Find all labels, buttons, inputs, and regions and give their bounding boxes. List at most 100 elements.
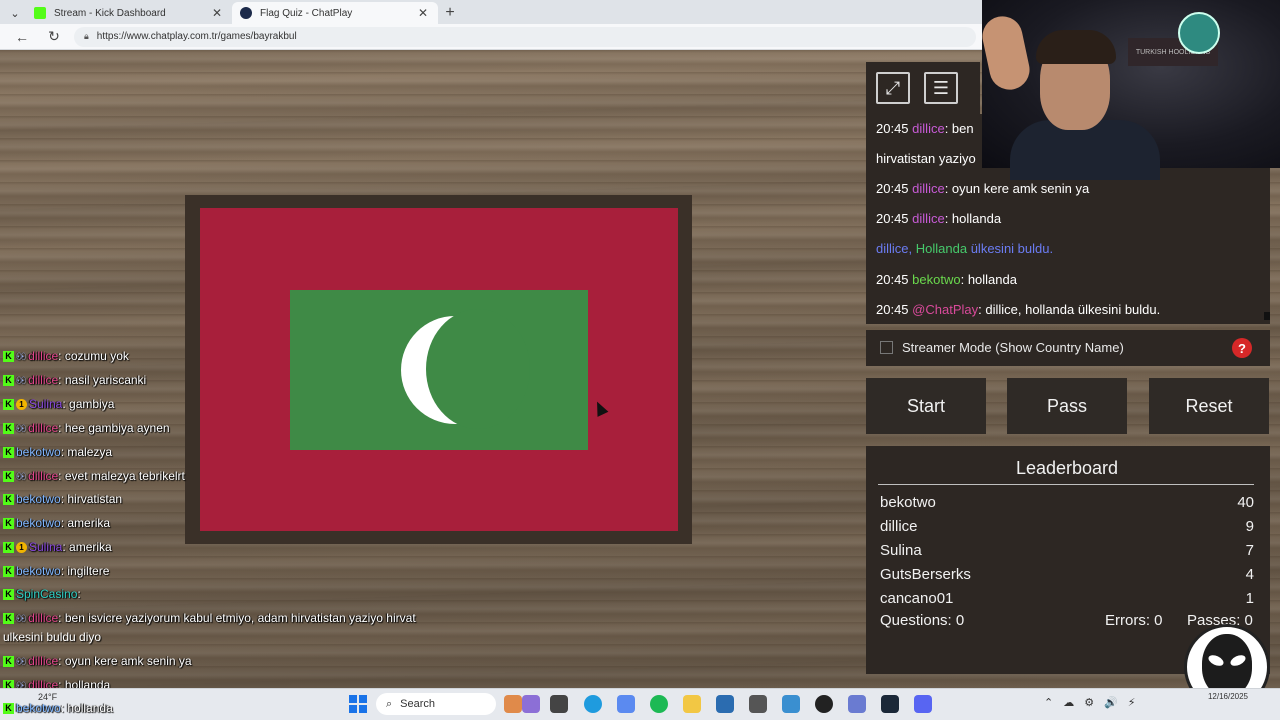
emote-icon: 👀︎ <box>16 375 27 385</box>
emote-icon: 👀︎ <box>16 613 27 623</box>
overlay-chat-line: Kbekotwo: hirvatistan <box>3 492 122 506</box>
widgets-icon[interactable] <box>504 695 522 713</box>
chat-scrollbar[interactable] <box>1264 312 1270 320</box>
player-score: 4 <box>1245 566 1254 583</box>
tab-kick-dashboard[interactable]: Stream - Kick Dashboard ✕ <box>26 2 232 24</box>
overlay-chat-line: K 👀︎ dillice: hee gambiya aynen <box>3 421 170 435</box>
address-bar[interactable]: 🔒︎ https://www.chatplay.com.tr/games/bay… <box>74 26 976 47</box>
chat-system-line: dillice, Hollanda ülkesini buldu. <box>876 241 1054 256</box>
leaderboard-row: GutsBerserks 4 <box>880 566 1254 583</box>
site-info-icon[interactable]: 🔒︎ <box>84 31 89 42</box>
app-icon[interactable] <box>848 695 866 713</box>
leaderboard-row: Sulina 7 <box>880 542 1254 559</box>
player-score: 7 <box>1245 542 1254 559</box>
back-arrow-icon[interactable]: ← <box>10 26 34 48</box>
emote-icon: 👀︎ <box>16 656 27 666</box>
search-label: Search <box>400 698 436 710</box>
search-icon: ⌕ <box>386 697 393 710</box>
overlay-chat-line: K 👀︎ dillice: nasil yariscanki <box>3 373 146 387</box>
player-name: cancano01 <box>880 590 954 607</box>
chat-log-icon[interactable]: ☰ <box>924 72 958 104</box>
kick-badge-icon: K <box>3 517 14 529</box>
sub-badge-icon: 1 <box>16 541 27 553</box>
chat-line: 20:45 bekotwo: hollanda <box>876 272 1017 287</box>
steam-icon[interactable] <box>881 695 899 713</box>
player-name: GutsBerserks <box>880 566 971 583</box>
channel-logo-icon <box>1178 12 1220 54</box>
taskbar-search[interactable]: ⌕ Search <box>376 693 496 715</box>
tab-flag-quiz[interactable]: Flag Quiz - ChatPlay ✕ <box>232 2 438 24</box>
reset-button[interactable]: Reset <box>1149 378 1269 434</box>
leaderboard-divider <box>878 484 1254 485</box>
kick-badge-icon: K <box>3 446 14 458</box>
emote-icon: 👀︎ <box>16 423 27 433</box>
flag-crescent-cut <box>426 309 530 429</box>
task-view-icon[interactable] <box>550 695 568 713</box>
copilot-app-icon[interactable] <box>617 695 635 713</box>
kick-badge-icon: K <box>3 493 14 505</box>
streamer-mode-checkbox[interactable] <box>880 341 893 354</box>
spotify-icon[interactable] <box>650 695 668 713</box>
overlay-chat-wrap: ulkesini buldu diyo <box>3 630 102 644</box>
overlay-chat-line: K 1 Sulina: gambiya <box>3 397 114 411</box>
file-explorer-icon[interactable] <box>683 695 701 713</box>
kick-badge-icon: K <box>3 541 14 553</box>
copilot-icon[interactable] <box>522 695 540 713</box>
obs-icon[interactable] <box>815 695 833 713</box>
store-icon[interactable] <box>716 695 734 713</box>
system-tray-icons[interactable]: ⌃☁⚙🔊⚡ <box>1044 696 1146 709</box>
player-name: Sulina <box>880 542 922 559</box>
overlay-chat-line: K 👀︎ dillice: ben isvicre yaziyorum kabul … <box>3 611 416 625</box>
emote-icon: 👀︎ <box>16 471 27 481</box>
leaderboard-title: Leaderboard <box>1015 458 1119 478</box>
errors-count: Errors: 0 <box>1105 612 1163 629</box>
overlay-chat-line: K 👀︎ dillice: evet malezya tebrikelrt <box>3 469 185 483</box>
new-tab-plus-icon[interactable]: + <box>438 2 462 24</box>
leaderboard-row: bekotwo 40 <box>880 494 1254 511</box>
start-button[interactable]: Start <box>866 378 986 434</box>
sub-badge-icon: 1 <box>16 398 27 410</box>
edge-browser-icon[interactable] <box>584 695 602 713</box>
alien-head-icon <box>1202 634 1252 696</box>
discord-icon[interactable] <box>914 695 932 713</box>
player-name: bekotwo <box>880 494 936 511</box>
navigation-bar: ← ↻ 🔒︎ https://www.chatplay.com.tr/games… <box>0 24 982 50</box>
overlay-chat-line: Kbekotwo: hollanda <box>3 701 113 715</box>
taskbar-clock[interactable]: 12/16/2025 <box>1196 692 1248 702</box>
tab-close-icon[interactable]: ✕ <box>210 6 224 20</box>
player-score: 1 <box>1245 590 1254 607</box>
chatplay-favicon-icon <box>240 7 252 19</box>
fullscreen-icon[interactable]: ⤢ <box>876 72 910 104</box>
tab-close-icon[interactable]: ✕ <box>416 6 430 20</box>
kick-favicon-icon <box>34 7 46 19</box>
date-text: 12/16/2025 <box>1207 692 1248 701</box>
emote-icon: 👀︎ <box>16 351 27 361</box>
overlay-chat-line: K 👀︎ dillice: oyun kere amk senin ya <box>3 654 192 668</box>
kick-badge-icon: K <box>3 398 14 410</box>
kick-badge-icon: K <box>3 702 14 714</box>
streamer-hair <box>1036 30 1116 64</box>
app-icon[interactable] <box>782 695 800 713</box>
help-button[interactable]: ? <box>1232 338 1252 358</box>
tab-title: Flag Quiz - ChatPlay <box>260 7 353 19</box>
overlay-chat-line: Kbekotwo: ingiltere <box>3 564 109 578</box>
windows-start-icon[interactable] <box>349 695 367 713</box>
tab-bar: ⌄ Stream - Kick Dashboard ✕ Flag Quiz - … <box>0 0 982 24</box>
app-icon[interactable] <box>749 695 767 713</box>
kick-badge-icon: K <box>3 374 14 386</box>
weather-widget[interactable]: 24°F <box>38 692 57 702</box>
reload-icon[interactable]: ↻ <box>42 26 66 48</box>
kick-badge-icon: K <box>3 612 14 624</box>
kick-badge-icon: K <box>3 422 14 434</box>
tab-list-chevron-icon[interactable]: ⌄ <box>4 2 26 24</box>
kick-badge-icon: K <box>3 588 14 600</box>
chat-line: 20:45 @ChatPlay: dillice, hollanda ülkes… <box>876 302 1161 317</box>
pass-button[interactable]: Pass <box>1007 378 1127 434</box>
overlay-chat-line: Kbekotwo: amerika <box>3 516 110 530</box>
chat-line: 20:45 dillice: oyun kere amk senin ya <box>876 181 1090 196</box>
leaderboard-row: cancano01 1 <box>880 590 1254 607</box>
kick-badge-icon: K <box>3 470 14 482</box>
streamer-mode-label[interactable]: Streamer Mode (Show Country Name) <box>902 340 1124 355</box>
player-score: 9 <box>1245 518 1254 535</box>
kick-badge-icon: K <box>3 350 14 362</box>
